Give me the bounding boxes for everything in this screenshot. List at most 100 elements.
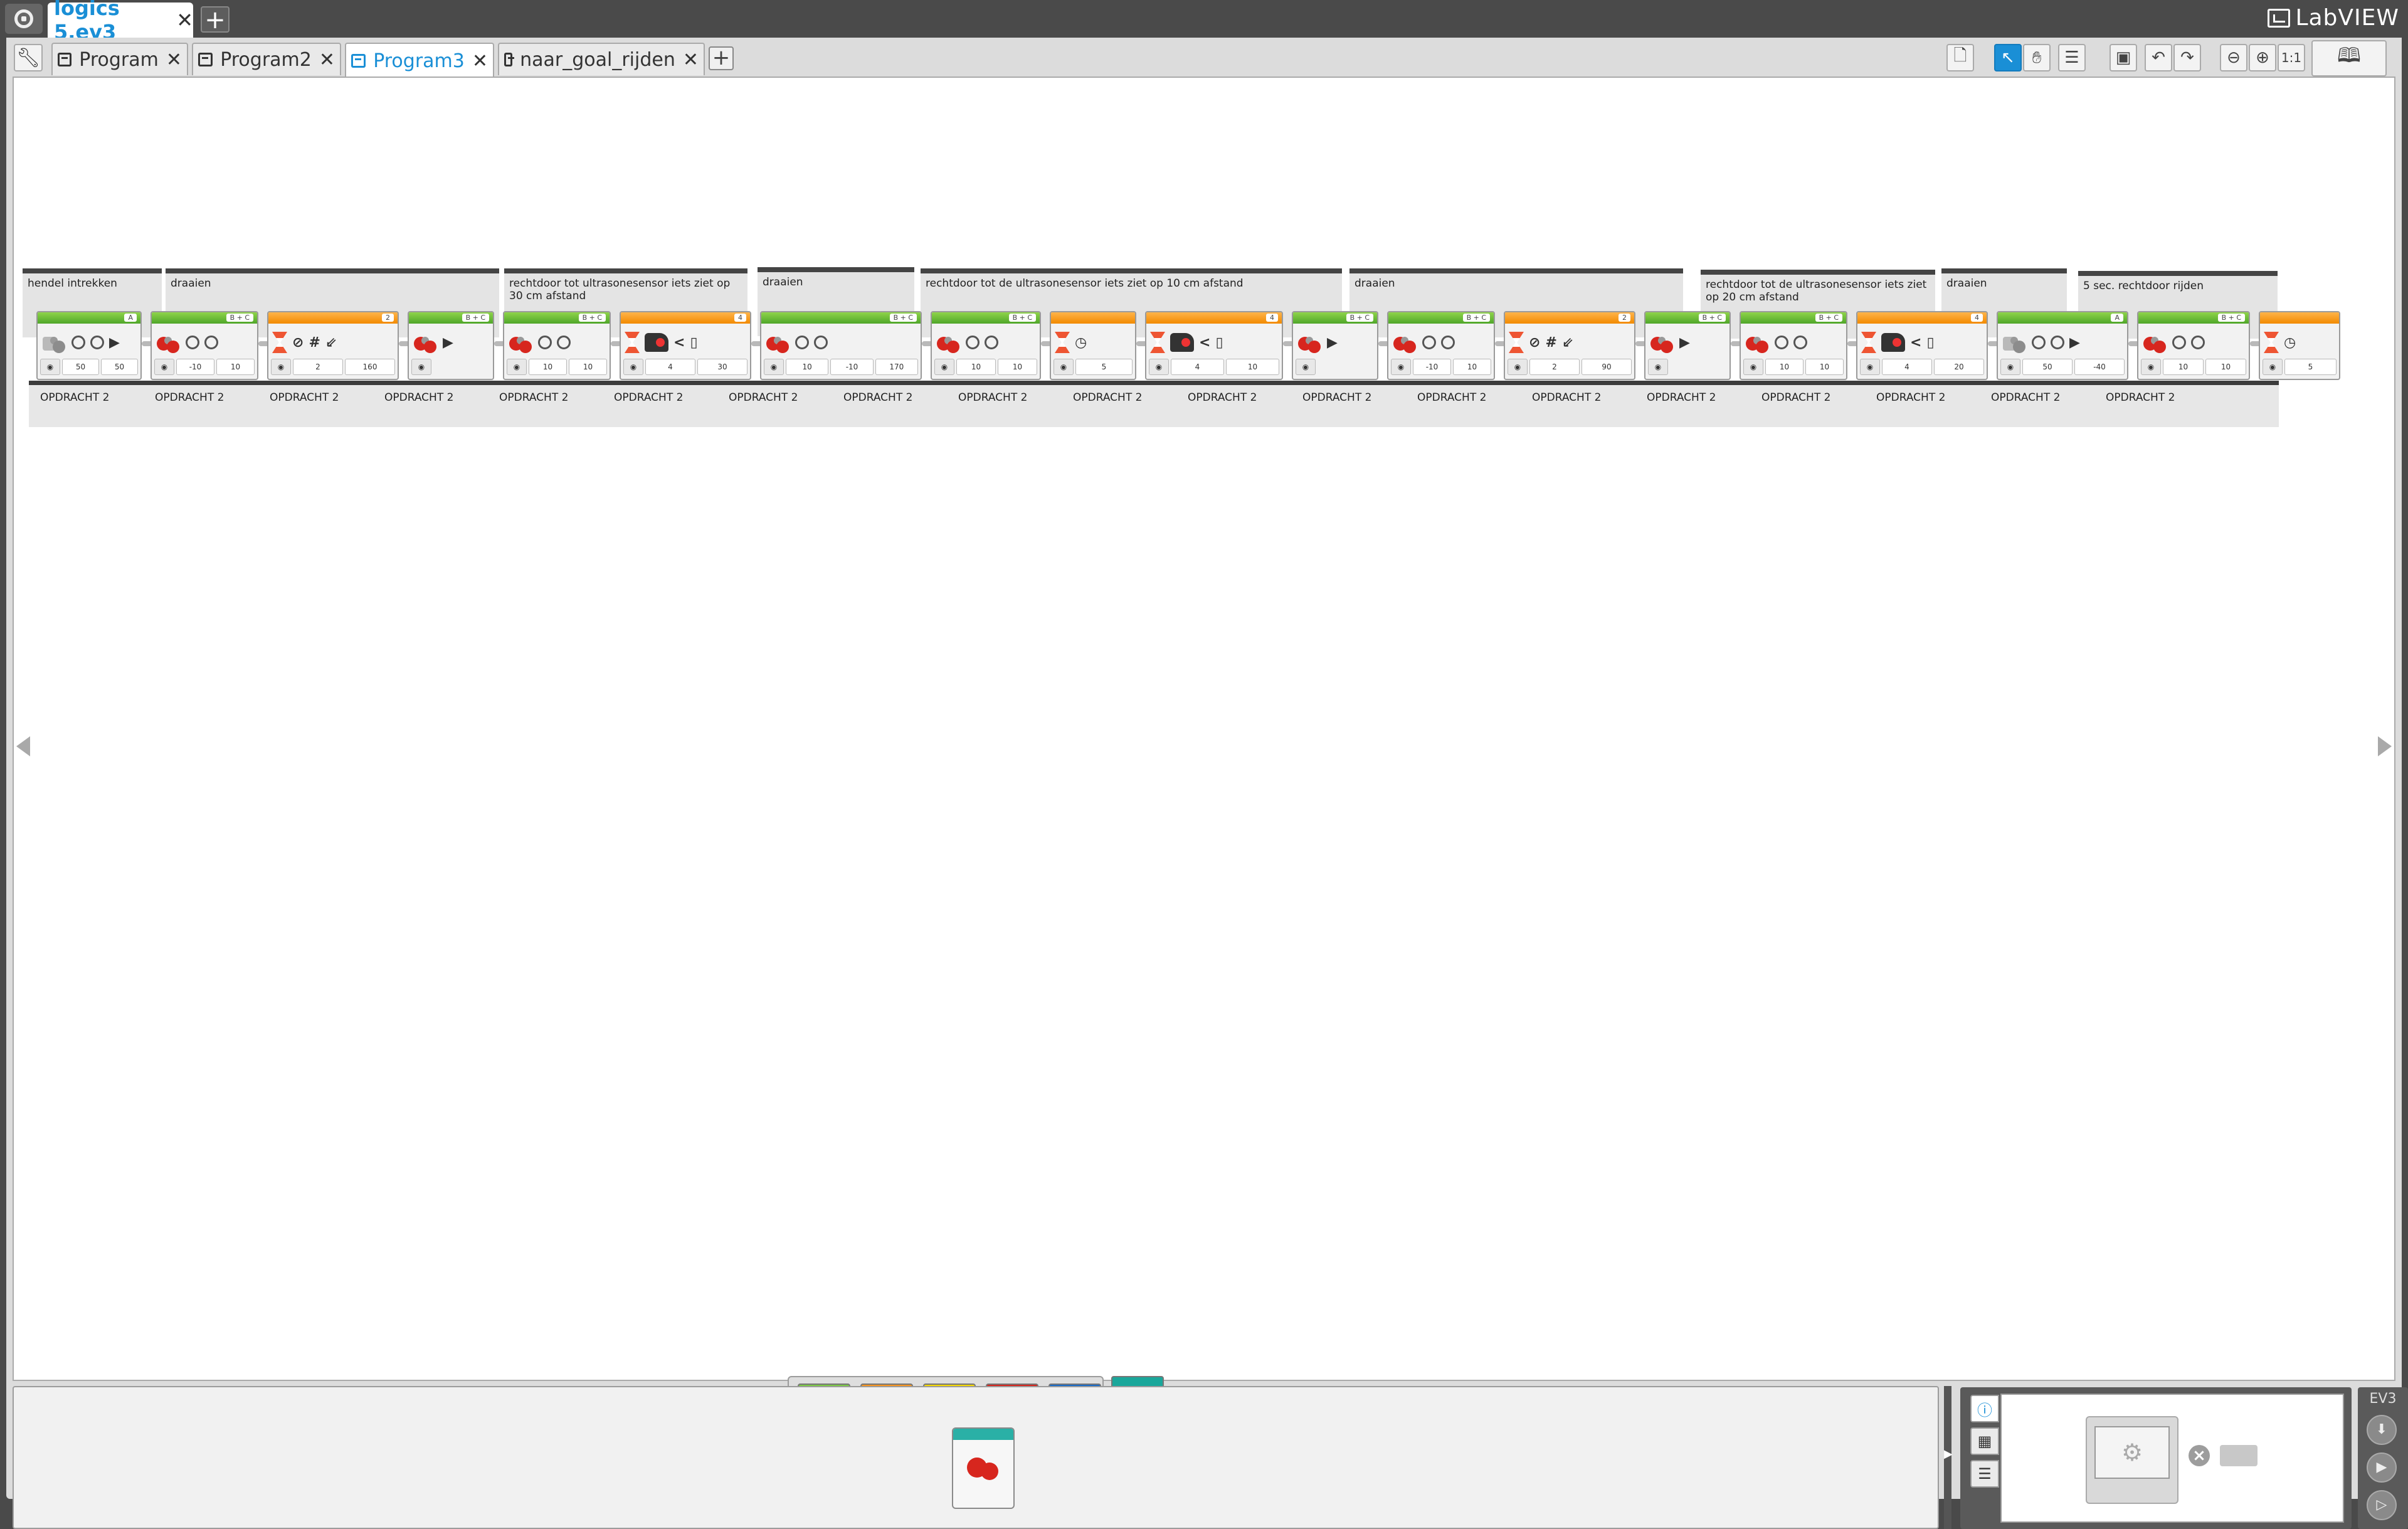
- move-tank-stop-block[interactable]: B + C ▶ ◉: [1292, 311, 1378, 380]
- port-selector[interactable]: B + C: [2217, 314, 2245, 322]
- mode-selector[interactable]: ◉: [411, 359, 431, 375]
- close-icon[interactable]: ✕: [319, 49, 335, 71]
- parameter-value[interactable]: -10: [176, 359, 214, 375]
- port-selector[interactable]: A: [124, 314, 137, 322]
- wait-ultrasonic-block[interactable]: 4 < ▯ ◉ 4 20: [1856, 311, 1988, 380]
- close-icon[interactable]: ✕: [176, 8, 193, 32]
- run-selected-button[interactable]: ▷: [2367, 1490, 2397, 1520]
- add-program-button[interactable]: +: [709, 46, 734, 70]
- parameter-value[interactable]: 10: [1453, 359, 1491, 375]
- parameter-value[interactable]: 50: [2022, 359, 2073, 375]
- parameter-value[interactable]: 4: [1882, 359, 1932, 375]
- mode-selector[interactable]: ◉: [271, 359, 291, 375]
- move-tank-block[interactable]: B + C ◉ -10 10: [150, 311, 258, 380]
- port-selector[interactable]: 4: [1971, 314, 1983, 322]
- wait-ultrasonic-block[interactable]: 4 < ▯ ◉ 4 30: [620, 311, 751, 380]
- parameter-value[interactable]: 5: [1075, 359, 1133, 375]
- move-tank-block[interactable]: B + C ◉ 10 10: [503, 311, 611, 380]
- brick-info-tab[interactable]: ⓘ: [1970, 1395, 1999, 1422]
- mode-selector[interactable]: ◉: [1508, 359, 1528, 375]
- mode-selector[interactable]: ◉: [2263, 359, 2283, 375]
- parameter-value[interactable]: 50: [62, 359, 99, 375]
- redo-button[interactable]: ↷: [2173, 44, 2201, 71]
- parameter-value[interactable]: 10: [1226, 359, 1279, 375]
- mode-selector[interactable]: ◉: [1860, 359, 1880, 375]
- port-selector[interactable]: B + C: [1346, 314, 1373, 322]
- content-editor-button[interactable]: 🕮︎: [2311, 40, 2387, 77]
- wait-ultrasonic-block[interactable]: 4 < ▯ ◉ 4 10: [1145, 311, 1283, 380]
- parameter-value[interactable]: 2: [293, 359, 343, 375]
- parameter-value[interactable]: 10: [1805, 359, 1844, 375]
- mode-selector[interactable]: ◉: [154, 359, 174, 375]
- move-tank-degrees-block[interactable]: B + C ◉ 10 -10 170: [760, 311, 922, 380]
- tab-naar-goal-rijden[interactable]: naar_goal_rijden ✕: [498, 43, 705, 75]
- wait-gyro-block[interactable]: 2 ⊘ # ⇙ ◉ 2 160: [267, 311, 399, 380]
- mode-selector[interactable]: ◉: [1743, 359, 1763, 375]
- parameter-value[interactable]: 10: [786, 359, 829, 375]
- parameter-value[interactable]: 10: [2163, 359, 2204, 375]
- parameter-value[interactable]: 160: [345, 359, 395, 375]
- port-selector[interactable]: 2: [382, 314, 394, 322]
- parameter-value[interactable]: 10: [216, 359, 255, 375]
- close-icon[interactable]: ✕: [472, 50, 488, 72]
- mode-selector[interactable]: ◉: [1054, 359, 1074, 375]
- parameter-value[interactable]: 2: [1529, 359, 1580, 375]
- port-selector[interactable]: B + C: [1698, 314, 1726, 322]
- wait-gyro-block[interactable]: 2 ⊘ # ⇙ ◉ 2 90: [1504, 311, 1635, 380]
- port-selector[interactable]: 4: [734, 314, 746, 322]
- port-selector[interactable]: B + C: [1462, 314, 1490, 322]
- parameter-value[interactable]: 50: [101, 359, 138, 375]
- parameter-value[interactable]: 20: [1934, 359, 1984, 375]
- scroll-right-arrow-icon[interactable]: [2378, 736, 2392, 756]
- parameter-value[interactable]: 10: [529, 359, 567, 375]
- port-selector[interactable]: 2: [1619, 314, 1630, 322]
- port-selector[interactable]: B + C: [1815, 314, 1842, 322]
- zoom-out-button[interactable]: ⊖: [2220, 44, 2247, 71]
- parameter-value[interactable]: 10: [1765, 359, 1803, 375]
- parameter-value[interactable]: -10: [830, 359, 874, 375]
- move-tank-stop-block[interactable]: B + C ▶ ◉: [408, 311, 494, 380]
- parameter-value[interactable]: 10: [569, 359, 607, 375]
- port-selector[interactable]: B + C: [1008, 314, 1036, 322]
- parameter-value[interactable]: -10: [1413, 359, 1451, 375]
- download-and-run-button[interactable]: ▶︎: [2367, 1452, 2397, 1483]
- port-selector[interactable]: A: [2111, 314, 2123, 322]
- mode-selector[interactable]: ◉: [1296, 359, 1316, 375]
- parameter-value[interactable]: -40: [2074, 359, 2125, 375]
- my-block-palette-item[interactable]: [952, 1427, 1015, 1509]
- mode-selector[interactable]: ◉: [1648, 359, 1668, 375]
- mode-selector[interactable]: ◉: [40, 359, 60, 375]
- mode-selector[interactable]: ◉: [1391, 359, 1411, 375]
- close-icon[interactable]: ✕: [683, 49, 699, 71]
- parameter-value[interactable]: 10: [998, 359, 1037, 375]
- move-tank-block[interactable]: B + C ◉ 10 10: [1740, 311, 1847, 380]
- port-view-tab[interactable]: ▦: [1970, 1427, 1999, 1455]
- pan-tool-button[interactable]: ✋︎: [2023, 44, 2051, 71]
- move-tank-block[interactable]: B + C ◉ 10 10: [2137, 311, 2250, 380]
- move-tank-block[interactable]: B + C ◉ 10 10: [931, 311, 1041, 380]
- medium-motor-block[interactable]: A ▶ ◉ 50 -40: [1997, 311, 2128, 380]
- move-tank-block[interactable]: B + C ◉ -10 10: [1387, 311, 1495, 380]
- select-tool-button[interactable]: ↖: [1994, 44, 2022, 71]
- port-selector[interactable]: B + C: [226, 314, 253, 322]
- scroll-left-arrow-icon[interactable]: [16, 736, 30, 756]
- port-selector[interactable]: 4: [1266, 314, 1278, 322]
- parameter-value[interactable]: 10: [2205, 359, 2246, 375]
- undo-button[interactable]: ↶: [2145, 44, 2172, 71]
- medium-motor-block[interactable]: A ▶ ◉ 50 50: [36, 311, 142, 380]
- mode-selector[interactable]: ◉: [2141, 359, 2161, 375]
- new-page-button[interactable]: 🗋︎: [1946, 44, 1974, 71]
- add-project-button[interactable]: +: [201, 6, 230, 33]
- port-selector[interactable]: B + C: [889, 314, 917, 322]
- parameter-value[interactable]: 5: [2284, 359, 2337, 375]
- wait-time-block[interactable]: ◷ ◉ 5: [1050, 311, 1136, 380]
- parameter-value[interactable]: 170: [875, 359, 918, 375]
- port-selector[interactable]: B + C: [578, 314, 606, 322]
- collapse-arrow-icon[interactable]: ▶: [1944, 1447, 1953, 1473]
- program-canvas[interactable]: hendel intrekken draaien rechtdoor tot u…: [13, 77, 2395, 1381]
- mode-selector[interactable]: ◉: [1149, 359, 1169, 375]
- wait-time-block[interactable]: ◷ ◉ 5: [2259, 311, 2340, 380]
- close-icon[interactable]: ✕: [166, 49, 182, 71]
- parameter-value[interactable]: 10: [956, 359, 996, 375]
- parameter-value[interactable]: 30: [697, 359, 747, 375]
